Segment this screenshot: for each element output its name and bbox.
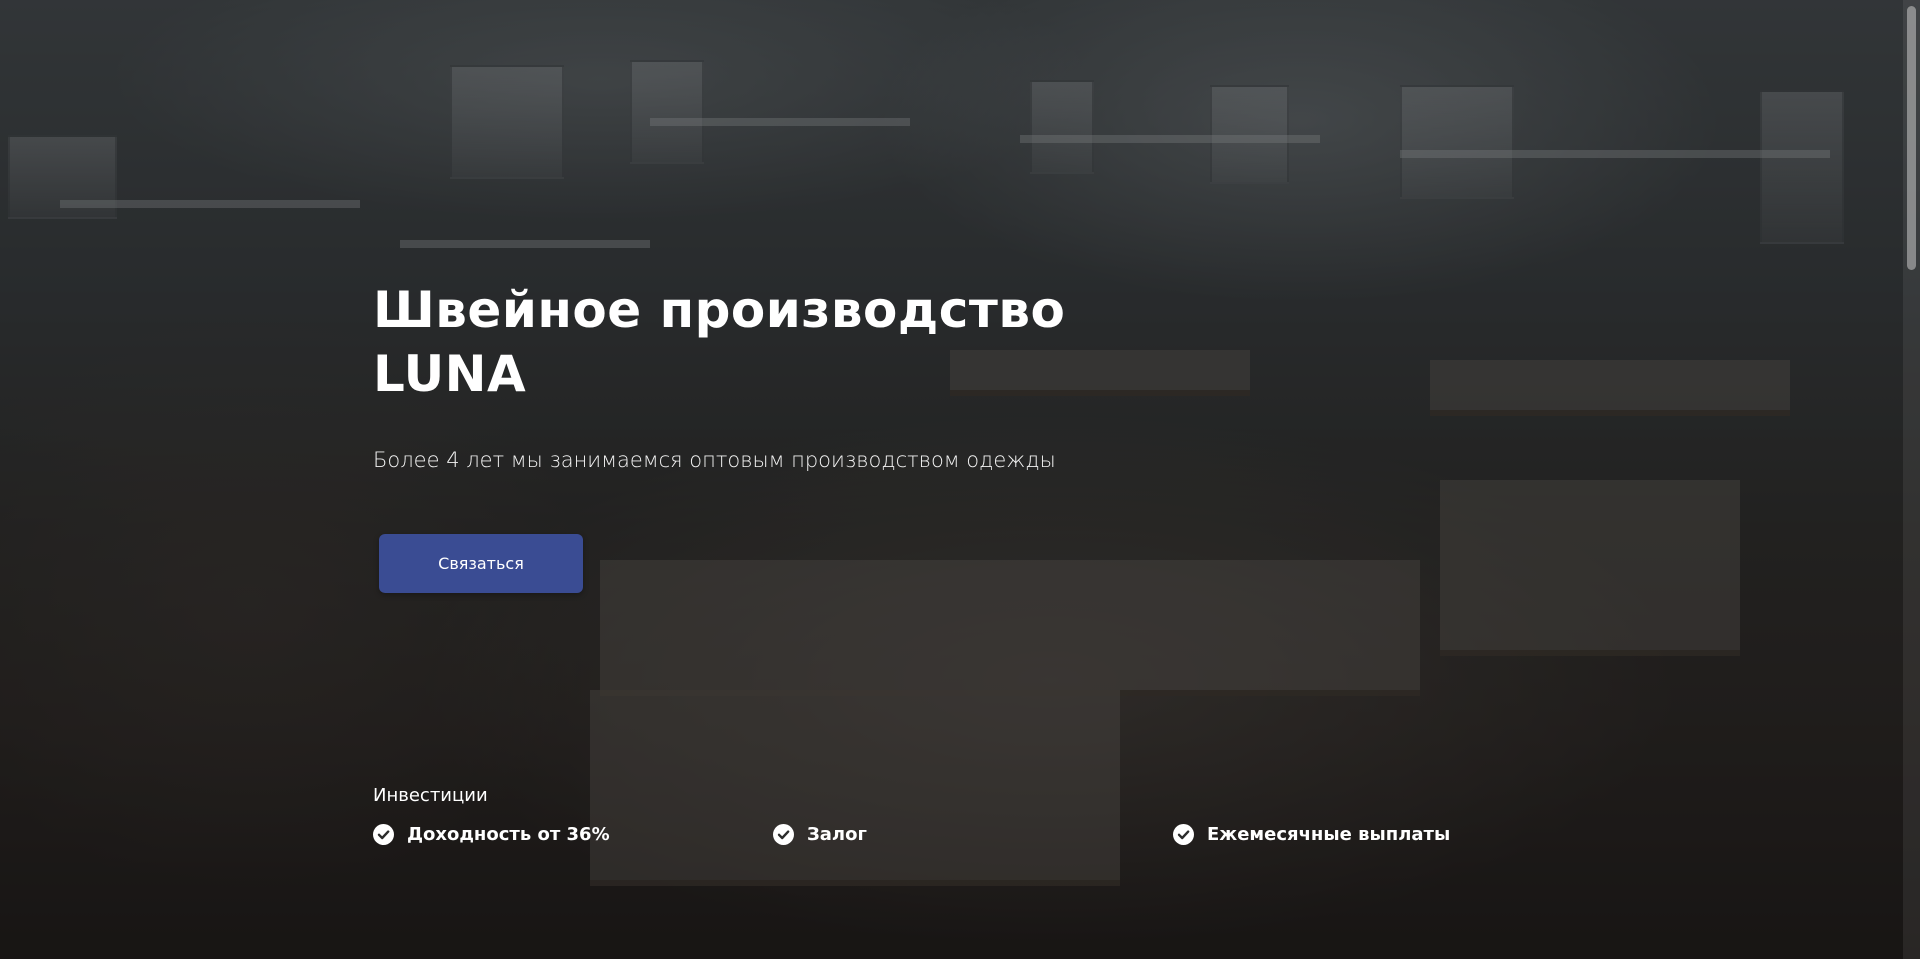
feature-label: Ежемесячные выплаты: [1207, 824, 1451, 845]
title-line-2: LUNA: [373, 345, 527, 403]
hero-section: Швейное производство LUNA Более 4 лет мы…: [0, 0, 1920, 959]
feature-label: Доходность от 36%: [407, 824, 610, 845]
hero-subtitle: Более 4 лет мы занимаемся оптовым произв…: [373, 448, 1056, 472]
hero-content: Швейное производство LUNA Более 4 лет мы…: [373, 0, 1573, 959]
check-circle-icon: [373, 824, 394, 845]
title-line-1: Швейное производство: [373, 281, 1066, 339]
check-circle-icon: [1173, 824, 1194, 845]
feature-label: Залог: [807, 824, 867, 845]
feature-monthly-payments: Ежемесячные выплаты: [1173, 824, 1450, 845]
feature-collateral: Залог: [773, 824, 867, 845]
investments-label: Инвестиции: [373, 785, 488, 806]
feature-yield: Доходность от 36%: [373, 824, 610, 845]
investment-features: Доходность от 36% Залог Ежемесячные выпл…: [373, 824, 1573, 854]
check-circle-icon: [773, 824, 794, 845]
contact-button[interactable]: Связаться: [379, 534, 583, 593]
page-title: Швейное производство LUNA: [373, 278, 1273, 406]
scrollbar-thumb[interactable]: [1907, 6, 1916, 270]
page-scrollbar[interactable]: [1903, 0, 1920, 959]
